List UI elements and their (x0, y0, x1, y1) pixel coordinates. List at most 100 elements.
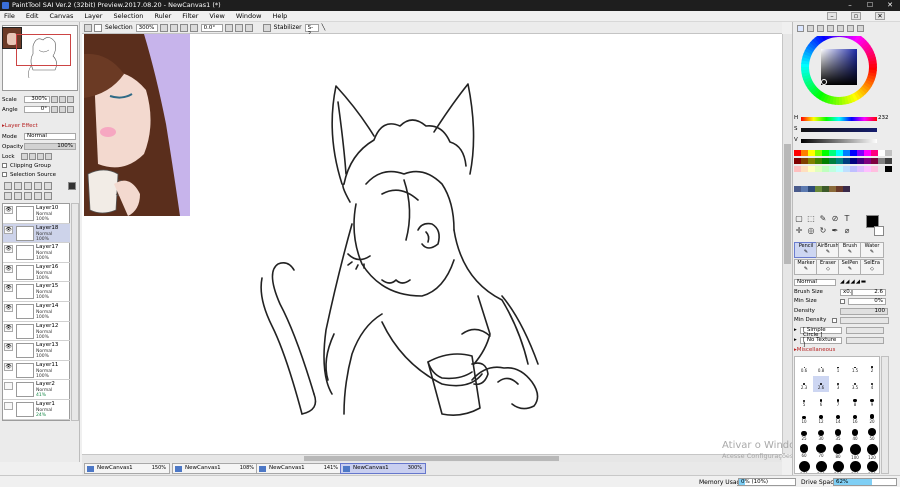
color-swatch[interactable] (857, 166, 864, 172)
canvas-tab[interactable]: NewCanvas1 108% (172, 463, 258, 474)
size-preset[interactable]: 16 (847, 410, 863, 426)
magic-wand-icon[interactable]: ✎ (818, 214, 828, 224)
lock-all-button[interactable] (45, 153, 52, 160)
size-preset[interactable]: 12 (813, 410, 829, 426)
visibility-eye-icon[interactable]: 👁 (4, 304, 13, 312)
color-swatch[interactable] (829, 150, 836, 156)
size-preset[interactable]: 50 (864, 427, 879, 443)
color-swatch[interactable] (878, 166, 885, 172)
canvas-horizontal-scrollbar[interactable] (82, 454, 782, 462)
clear-layer-button[interactable] (24, 192, 32, 200)
canvas-tab[interactable]: NewCanvas1 150% (84, 463, 170, 474)
size-preset[interactable]: 70 (813, 444, 829, 460)
size-preset[interactable]: 4 (864, 376, 879, 392)
layer-mask-button[interactable] (44, 182, 52, 190)
color-swatch[interactable] (850, 150, 857, 156)
doc-close-button[interactable]: ✕ (875, 12, 885, 20)
color-swatch[interactable] (801, 166, 808, 172)
size-preset[interactable]: 9 (864, 393, 879, 409)
clipping-checkbox[interactable] (2, 163, 7, 168)
pen-tool-icon[interactable]: ✒ (830, 226, 840, 236)
brush-size-multiplier[interactable]: x0.1 (840, 288, 855, 296)
line-tool-icon[interactable]: ╲ (322, 24, 326, 31)
merge-down-button[interactable] (14, 192, 22, 200)
size-preset[interactable]: 100 (847, 444, 863, 460)
color-swatch[interactable] (857, 158, 864, 164)
hidden-eye-icon[interactable] (4, 382, 13, 391)
color-swatch[interactable] (794, 186, 801, 192)
rotate-ccw-button[interactable] (224, 23, 233, 32)
new-folder-button[interactable] (24, 182, 32, 190)
min-size-checkbox[interactable] (840, 298, 845, 304)
size-preset[interactable]: 200 (813, 461, 829, 473)
min-density-checkbox[interactable] (831, 317, 837, 323)
layer-item[interactable]: 👁 Layer13 Normal 100% (3, 341, 70, 361)
rotate-reset-toolbar-button[interactable] (244, 23, 253, 32)
rotation-select[interactable]: 0.0° (200, 23, 223, 32)
color-swatch[interactable] (843, 186, 850, 192)
select-rect-icon[interactable]: ▢ (794, 214, 804, 224)
hidden-eye-icon[interactable] (4, 402, 13, 410)
size-preset[interactable]: 35 (830, 427, 846, 443)
trash-icon[interactable] (44, 192, 52, 200)
min-density-field[interactable] (839, 316, 889, 324)
color-swatch[interactable] (885, 158, 892, 164)
brush-shape-select[interactable]: [ Simple Circle ] (800, 326, 842, 337)
size-preset[interactable]: 0.8 (813, 359, 829, 375)
color-wheel[interactable] (796, 36, 882, 114)
color-swatch[interactable] (822, 166, 829, 172)
brush-selera[interactable]: SelEra ◇ (860, 259, 884, 275)
eyedropper-icon[interactable]: ⊘ (830, 214, 840, 224)
color-swatch[interactable] (815, 158, 822, 164)
color-swatch[interactable] (836, 158, 843, 164)
layer-item[interactable]: 👁 Layer17 Normal 100% (3, 243, 70, 263)
lock-pixels-button[interactable] (21, 153, 28, 160)
color-swatch[interactable] (864, 158, 871, 164)
brush-water[interactable]: Water ✎ (860, 242, 884, 258)
size-preset[interactable]: 7 (830, 393, 846, 409)
color-swatch[interactable] (850, 158, 857, 164)
color-swatch[interactable] (801, 150, 808, 156)
angle-field[interactable]: 0° (24, 106, 50, 113)
delete-layer-button[interactable] (34, 192, 42, 200)
size-preset[interactable]: 10 (796, 410, 812, 426)
color-swatch[interactable] (815, 150, 822, 156)
color-wheel-mode-icon[interactable] (797, 25, 804, 32)
visibility-eye-icon[interactable]: 👁 (4, 206, 13, 214)
visibility-eye-icon[interactable]: 👁 (4, 343, 13, 352)
hsv-slider-mode-icon[interactable] (817, 25, 824, 32)
rgb-slider-mode-icon[interactable] (807, 25, 814, 32)
color-swatch[interactable] (829, 166, 836, 172)
menu-view[interactable]: View (209, 12, 224, 20)
selection-source-checkbox[interactable] (2, 172, 7, 177)
zoom-reset-button[interactable] (67, 96, 74, 103)
color-swatch[interactable] (801, 158, 808, 164)
size-preset[interactable]: 25 (796, 427, 812, 443)
rotate-right-button[interactable] (59, 106, 66, 113)
canvas-tab[interactable]: NewCanvas1 141% (256, 463, 342, 474)
doc-restore-button[interactable]: ▫ (851, 12, 861, 20)
hand-tool-icon[interactable]: ⌀ (842, 226, 852, 236)
doc-minimize-button[interactable]: – (827, 12, 837, 20)
zoom-in-button[interactable] (59, 96, 66, 103)
color-swatch[interactable] (829, 158, 836, 164)
vertical-scroll-thumb[interactable] (784, 144, 791, 264)
palette-mode-icon[interactable] (857, 25, 864, 32)
layer-item-selected[interactable]: 👁 Layer18 Normal 100% (3, 223, 70, 244)
color-swatch[interactable] (815, 166, 822, 172)
mixer-mode-icon[interactable] (847, 25, 854, 32)
layer-list-scrollbar[interactable] (71, 203, 79, 421)
color-swatch[interactable] (801, 186, 808, 192)
menu-filter[interactable]: Filter (182, 12, 198, 20)
color-swatch[interactable] (857, 150, 864, 156)
brush-shape-icons[interactable]: ◢◢◢◢▬ (840, 279, 867, 285)
color-swatch[interactable] (794, 166, 801, 172)
color-swatch[interactable] (822, 158, 829, 164)
size-preset[interactable]: 0.6 (796, 359, 812, 375)
size-preset[interactable]: 30 (813, 427, 829, 443)
color-swatch[interactable] (871, 150, 878, 156)
new-vector-layer-button[interactable] (14, 182, 22, 190)
color-swatch[interactable] (808, 166, 815, 172)
sub-color-swatch[interactable] (874, 226, 884, 236)
color-swatch[interactable] (843, 158, 850, 164)
